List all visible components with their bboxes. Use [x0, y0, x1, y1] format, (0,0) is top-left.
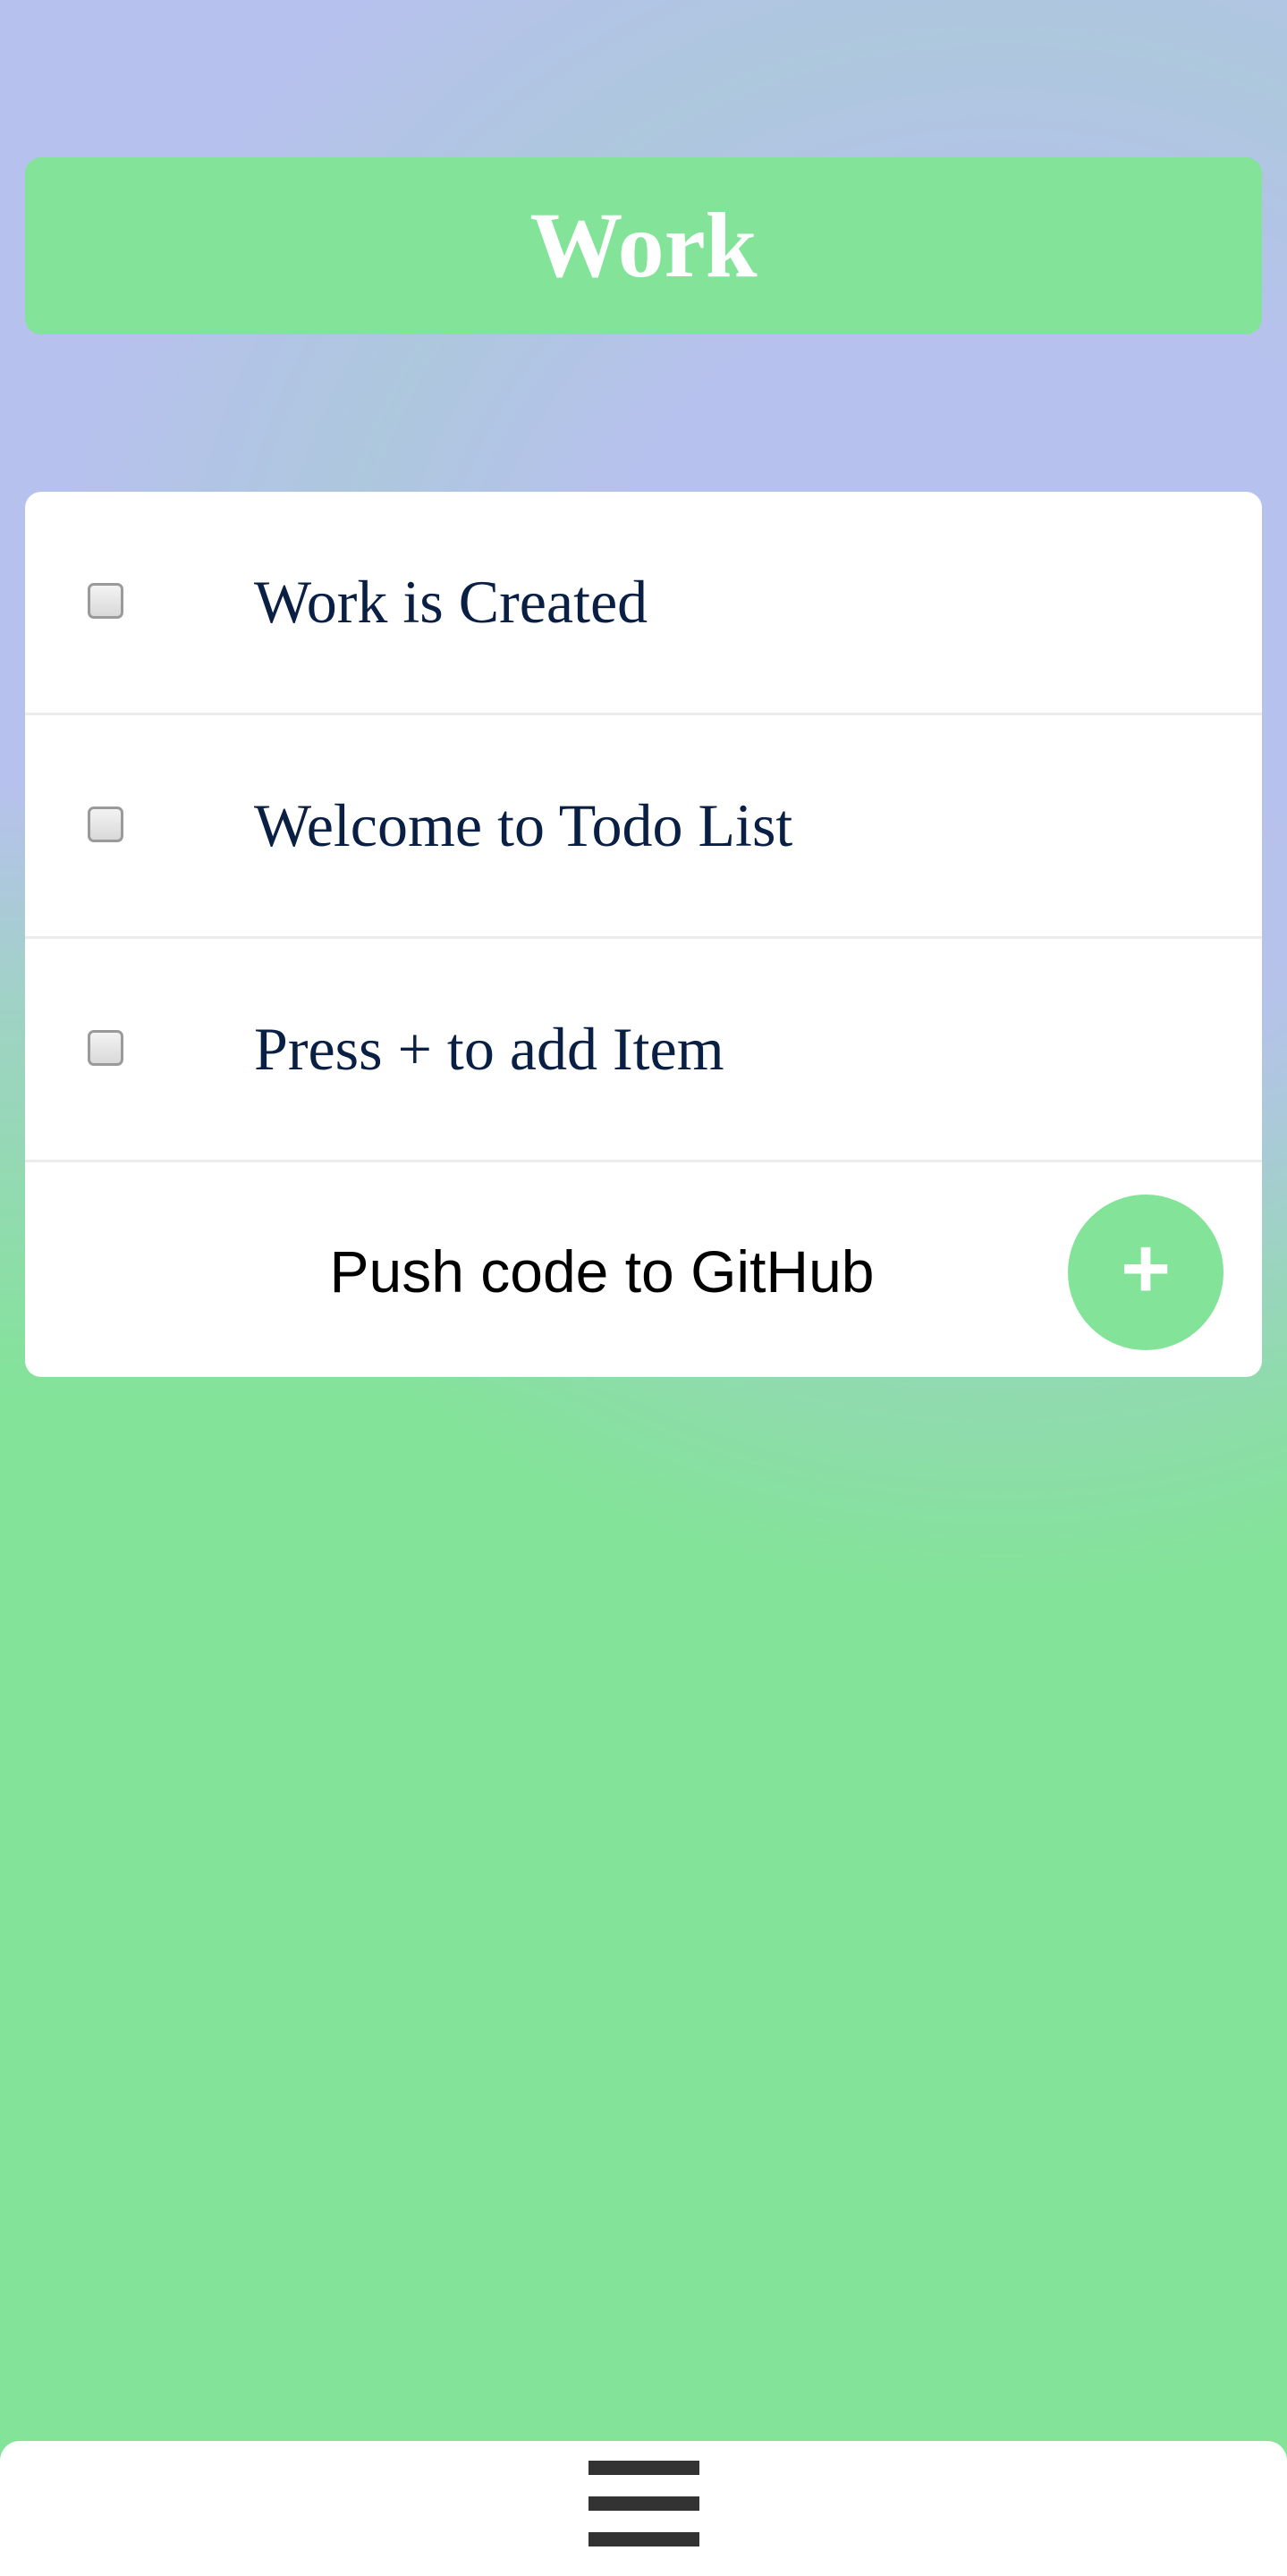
- hamburger-menu-icon[interactable]: [588, 2461, 699, 2546]
- item-label: Welcome to Todo List: [254, 791, 793, 859]
- bottom-nav-bar: [0, 2441, 1287, 2576]
- todo-list: Work is Created Welcome to Todo List Pre…: [25, 492, 1262, 1377]
- list-item: Work is Created: [25, 492, 1262, 715]
- menu-icon-bar: [588, 2496, 699, 2511]
- page-title: Work: [529, 194, 758, 297]
- item-checkbox[interactable]: [88, 583, 123, 619]
- list-item: Welcome to Todo List: [25, 715, 1262, 939]
- item-label: Work is Created: [254, 568, 648, 636]
- new-item-form: +: [25, 1162, 1262, 1377]
- menu-icon-bar: [588, 2461, 699, 2475]
- item-checkbox[interactable]: [88, 807, 123, 842]
- item-label: Press + to add Item: [254, 1015, 724, 1083]
- menu-icon-bar: [588, 2532, 699, 2546]
- new-item-input[interactable]: [159, 1202, 1045, 1341]
- list-title-banner: Work: [25, 157, 1262, 334]
- item-checkbox[interactable]: [88, 1030, 123, 1066]
- add-item-button[interactable]: +: [1068, 1195, 1223, 1350]
- list-item: Press + to add Item: [25, 939, 1262, 1162]
- plus-icon: +: [1120, 1220, 1172, 1316]
